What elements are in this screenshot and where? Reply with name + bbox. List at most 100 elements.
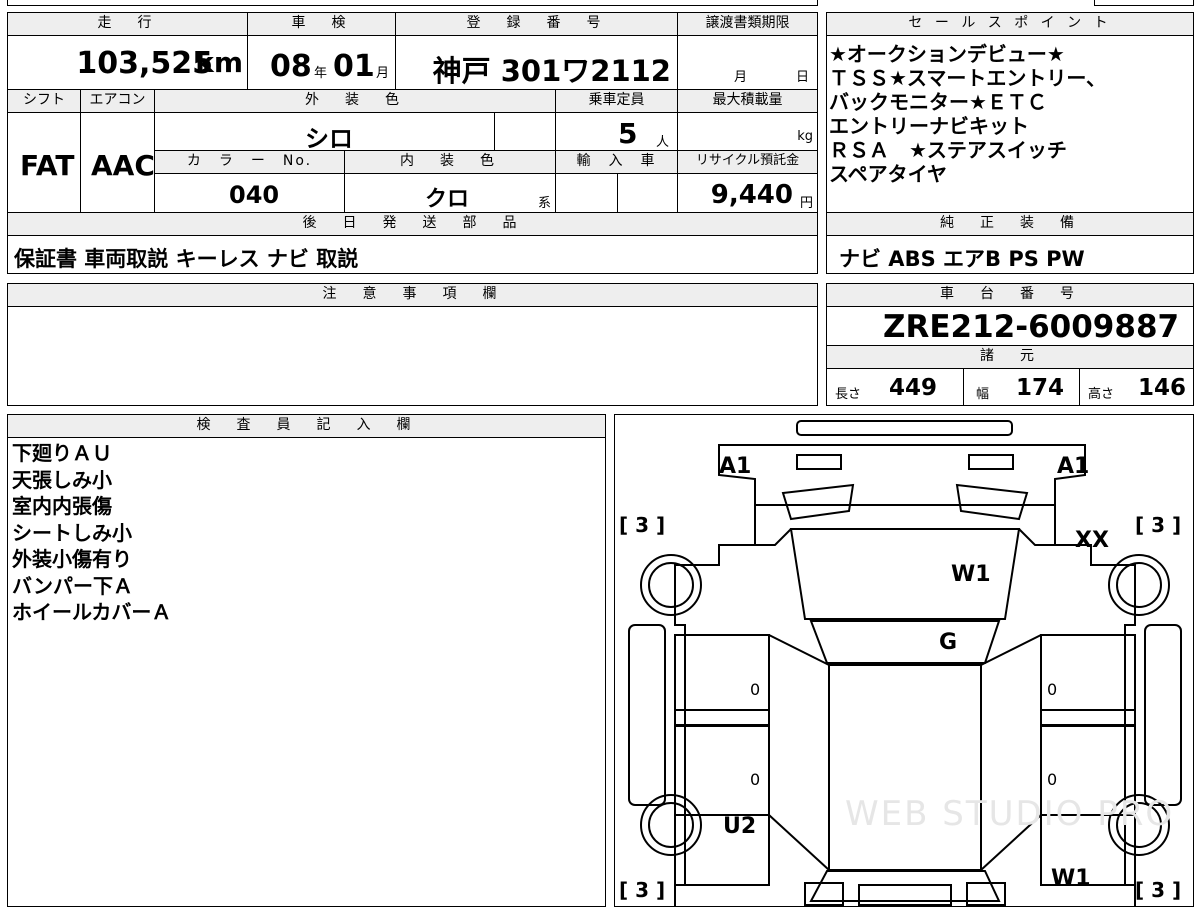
sales-points-header: セ ー ル ス ポ イ ン ト [826,12,1194,36]
right-rocker-strip [1040,709,1136,727]
inspector-line: ホイールカバーＡ [12,600,172,624]
front-bumper-bar [796,420,1013,436]
ac-header: エアコン [80,89,155,113]
color-no-value: 040 [229,181,280,209]
capacity-cell: 5 人 [555,112,678,151]
sales-points-body: ★オークションデビュー★ ＴＳＳ★スマートエントリー、 バックモニター★ＥＴＣ … [826,35,1194,213]
headlight-right [955,483,1029,521]
mark-zero-right-rear: 0 [1047,770,1057,789]
left-door-pillar-c [768,814,830,871]
vehicle-info-table: 走 行 車 検 登 録 番 号 譲渡書類期限 103,525 km 08 年 0… [7,12,818,274]
sales-point-line: スペアタイヤ [829,162,947,186]
tire-label-front-right: [ 3 ] [1135,513,1181,537]
registration-value: 神戸 301ワ2112 [432,54,671,88]
later-parts-cell: 保証書 車両取説 キーレス ナビ 取説 [7,235,818,274]
recycle-header: リサイクル預託金 [677,150,818,174]
transfer-month-unit: 月 [734,70,748,85]
front-bumper [718,444,1086,506]
watermark: WEB STUDIO PRO [845,794,1174,834]
capacity-unit: 人 [656,135,670,150]
max-load-header: 最大積載量 [677,89,818,113]
length-label: 長さ [835,387,862,402]
roof [828,664,982,871]
shift-cell: FAT [7,112,81,213]
mark-u2: U2 [723,814,756,839]
wheel-front-left-inner [648,562,694,608]
shift-value: FAT [20,149,75,182]
left-rocker-strip [674,709,770,727]
inspector-body: 下廻りＡＵ 天張しみ小 室内内張傷 シートしみ小 外装小傷有り バンパー下Ａ ホ… [7,437,606,907]
sales-point-line: エントリーナビキット [829,114,1029,138]
headlight-left [781,483,855,521]
inspector-line: 室内内張傷 [12,494,112,518]
wheel-front-right-inner [1116,562,1162,608]
specs-width-cell: 幅 174 [963,368,1080,406]
later-parts-header: 後 日 発 送 部 品 [7,212,818,236]
registration-header: 登 録 番 号 [395,12,678,36]
recycle-value: 9,440 [710,180,793,210]
length-value: 449 [889,375,938,401]
transfer-deadline-header: 譲渡書類期限 [677,12,818,36]
sales-point-line: ＴＳＳ★スマートエントリー、 [829,66,1107,90]
mark-xx: XX [1075,528,1109,553]
inspector-line: 外装小傷有り [12,547,132,571]
ac-cell: AAC [80,112,155,213]
mark-w1-hood: W1 [951,562,991,587]
inspector-line: 天張しみ小 [12,467,112,492]
import-header: 輸 入 車 [555,150,678,174]
inspector-line: シートしみ小 [12,520,132,545]
specs-header: 諸 元 [826,345,1194,369]
capacity-header: 乗車定員 [555,89,678,113]
later-parts-value: 保証書 車両取説 キーレス ナビ 取説 [14,247,359,271]
mileage-cell: 103,525 km [7,35,248,90]
left-mirror-panel [628,624,666,806]
mark-zero-left-rear: 0 [750,770,760,789]
car-diagram: [ 3 ] [ 3 ] [ 3 ] [ 3 ] A1 A1 XX W1 G 0 … [619,420,1182,906]
transfer-deadline-cell: 月 日 [677,35,818,90]
mark-g: G [939,630,957,655]
car-diagram-panel: [ 3 ] [ 3 ] [ 3 ] [ 3 ] A1 A1 XX W1 G 0 … [614,414,1194,907]
left-door-pillar-a [768,634,830,666]
inspection-month: 01 [333,49,375,84]
mileage-header: 走 行 [7,12,248,36]
right-mirror-panel [1144,624,1182,806]
transfer-day-unit: 日 [796,70,810,85]
top-cutoff-strip [7,0,818,6]
front-light-left [796,454,842,470]
notes-body [7,306,818,406]
windshield [809,620,1001,664]
mark-zero-left-front: 0 [750,680,760,699]
width-label: 幅 [976,387,990,402]
genuine-equipment-value: ナビ ABS エアB PS PW [839,247,1085,271]
exterior-color-value: シロ [305,125,353,153]
color-no-cell: 040 [154,173,345,213]
import-cell-b [617,173,678,213]
inspector-line: バンパー下Ａ [12,573,133,598]
exterior-color-cell: シロ [154,112,495,153]
recycle-cell: 9,440 円 [677,173,818,213]
mark-zero-right-front: 0 [1047,680,1057,699]
front-light-right [968,454,1014,470]
recycle-unit: 円 [799,196,813,211]
max-load-unit: kg [797,129,813,144]
mark-a1-right: A1 [1057,454,1089,479]
mileage-unit: km [195,46,243,79]
mark-w1-rear: W1 [1051,866,1091,891]
height-label: 高さ [1088,387,1115,402]
mark-a1-left: A1 [719,454,751,479]
inspection-year: 08 [270,49,312,84]
import-cell-a [555,173,618,213]
mileage-value: 103,525 [76,46,213,81]
chassis-cell: ZRE212-6009887 [826,306,1194,346]
body-left [674,505,756,906]
exterior-color-extra [494,112,556,151]
interior-color-cell: クロ 系 [344,173,556,213]
sales-point-line: ★オークションデビュー★ [829,42,1065,66]
width-value: 174 [1016,375,1065,401]
color-no-header: カ ラ ー No. [154,150,345,174]
chassis-header: 車 台 番 号 [826,283,1194,307]
chassis-value: ZRE212-6009887 [883,309,1180,345]
inspection-year-unit: 年 [314,66,328,81]
body-right [1054,505,1136,906]
sales-point-line: バックモニター★ＥＴＣ [829,90,1047,114]
